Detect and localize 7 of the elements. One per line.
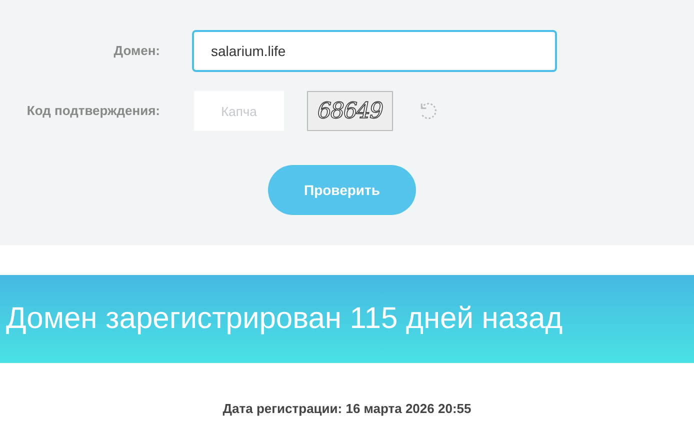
result-headline: Домен зарегистрирован 115 дней назад	[6, 304, 563, 334]
captcha-field[interactable]: Капча	[194, 91, 284, 131]
field-label: Домен:	[112, 42, 160, 60]
field-label: Код подтверждения:	[26, 102, 160, 120]
registration-date: Дата регистрации: 16 марта 2026 20:55	[222, 400, 472, 418]
captcha-image: 68649	[307, 91, 393, 131]
domain-field[interactable]: salarium.life	[192, 30, 557, 72]
